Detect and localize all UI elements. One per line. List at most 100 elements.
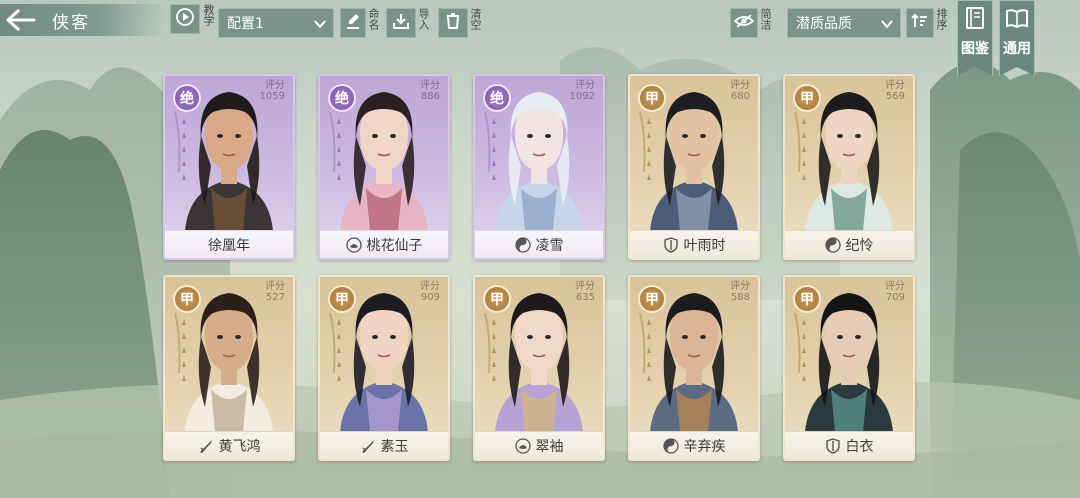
shield-icon [663,236,679,253]
hero-name-bar: 桃花仙子 [320,230,448,258]
clear-label[interactable]: 清空 [469,8,482,30]
hero-name: 白衣 [845,438,874,455]
hero-name: 叶雨时 [683,237,726,254]
hero-name-bar: 辛弃疾 [630,431,758,459]
book-icon [964,6,986,34]
import-button[interactable] [386,8,416,38]
hero-card[interactable]: 甲 评分 635 翠袖 [473,275,605,461]
score-box: 评分 569 [885,80,905,102]
hero-card[interactable]: 绝 评分 886 桃花仙子 [318,74,450,260]
play-icon [175,7,195,31]
score-box: 评分 1092 [570,80,595,102]
page-title: 侠客 [52,12,90,33]
hero-name: 桃花仙子 [366,237,423,254]
sort-button[interactable] [906,8,934,38]
clear-button[interactable] [438,8,468,38]
score-label: 评分 [730,80,750,91]
potential-stars-icon [332,116,346,190]
tutorial-label: 教学 [202,4,215,26]
hero-card[interactable]: 甲 评分 709 白衣 [783,275,915,461]
hero-card[interactable]: 甲 评分 588 辛弃疾 [628,275,760,461]
potential-stars-icon [487,116,501,190]
hero-name-bar: 纪怜 [785,230,913,258]
potential-stars-icon [177,317,191,391]
yin-yang-icon [514,236,531,253]
back-arrow-icon[interactable] [0,5,42,35]
shield-icon [825,437,841,454]
hero-card[interactable]: 甲 评分 527 黄飞鸿 [163,275,295,461]
score-box: 评分 588 [730,281,750,303]
hero-card[interactable]: 绝 评分 1092 凌雪 [473,74,605,260]
rename-button[interactable] [340,8,366,38]
potential-stars-icon [332,317,346,391]
tutorial-button[interactable] [170,4,200,34]
score-box: 评分 1059 [260,80,285,102]
score-value: 709 [885,292,905,303]
score-value: 909 [420,292,440,303]
lotus-icon [345,236,362,253]
hero-name: 纪怜 [845,237,874,254]
hero-name: 黄飞鸿 [218,438,261,455]
potential-stars-icon [642,317,656,391]
potential-stars-icon [642,116,656,190]
score-box: 评分 635 [575,281,595,303]
hero-name-bar: 徐凰年 [165,230,293,258]
score-value: 588 [730,292,750,303]
hero-card[interactable]: 甲 评分 569 纪怜 [783,74,915,260]
grade-badge: 甲 [173,285,201,313]
hero-name-bar: 素玉 [320,431,448,459]
grade-badge: 绝 [328,84,356,112]
grade-badge: 甲 [638,84,666,112]
quality-select[interactable]: 潜质品质 [787,8,901,38]
common-label: 通用 [1003,41,1031,57]
hero-name-bar: 凌雪 [475,230,603,258]
hero-name: 翠袖 [535,438,564,455]
sword-icon [198,438,214,454]
hero-name-bar: 翠袖 [475,431,603,459]
book-open-icon [1005,6,1029,34]
hero-card[interactable]: 甲 评分 680 叶雨时 [628,74,760,260]
simple-label[interactable]: 简洁 [759,8,772,30]
sword-icon [360,438,376,454]
import-label[interactable]: 导入 [417,8,430,30]
grade-badge: 甲 [328,285,356,313]
hero-name-bar: 叶雨时 [630,230,758,258]
score-label: 评分 [730,281,750,292]
config-select-value: 配置1 [227,16,264,32]
codex-label: 图鉴 [961,41,989,57]
chevron-down-icon [313,17,327,35]
back-button[interactable]: 侠客 [0,4,165,36]
sort-label[interactable]: 排序 [935,8,948,30]
config-select[interactable]: 配置1 [218,8,334,38]
score-label: 评分 [575,80,595,91]
grade-badge: 绝 [173,84,201,112]
hero-card[interactable]: 绝 评分 1059 徐凰年 [163,74,295,260]
grade-badge: 甲 [638,285,666,313]
score-value: 680 [730,91,750,102]
score-label: 评分 [265,281,285,292]
score-box: 评分 527 [265,281,285,303]
score-box: 评分 909 [420,281,440,303]
hero-name: 辛弃疾 [683,438,726,455]
simple-view-button[interactable] [730,8,758,38]
hero-name-bar: 白衣 [785,431,913,459]
score-value: 886 [420,91,440,102]
codex-tab[interactable]: 图鉴 [957,0,993,76]
score-value: 569 [885,91,905,102]
score-box: 评分 709 [885,281,905,303]
yin-yang-icon [824,236,841,253]
grade-badge: 绝 [483,84,511,112]
hero-name: 素玉 [380,438,409,455]
rename-label[interactable]: 命名 [367,8,380,30]
grade-badge: 甲 [793,84,821,112]
score-box: 评分 680 [730,80,750,102]
score-label: 评分 [885,80,905,91]
quality-select-value: 潜质品质 [796,16,852,32]
lotus-icon [514,437,531,454]
hero-name: 徐凰年 [208,237,250,254]
potential-stars-icon [177,116,191,190]
score-box: 评分 886 [420,80,440,102]
hero-card[interactable]: 甲 评分 909 素玉 [318,275,450,461]
potential-stars-icon [487,317,501,391]
common-tab[interactable]: 通用 [999,0,1035,76]
